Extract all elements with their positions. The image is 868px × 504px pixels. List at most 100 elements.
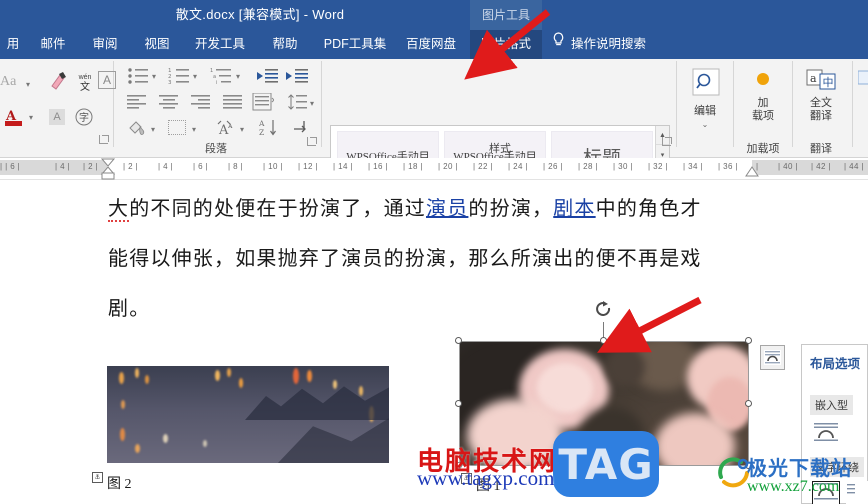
- chevron-down-icon[interactable]: ▾: [26, 80, 30, 89]
- ruler-tick: | 26 |: [543, 162, 563, 171]
- bullets-icon[interactable]: [127, 67, 149, 85]
- edit-button-label: 编辑: [694, 105, 716, 117]
- ribbon-tab-6[interactable]: PDF工具集: [316, 30, 394, 59]
- chevron-down-icon[interactable]: ▾: [29, 113, 33, 122]
- styles-dialog-launcher[interactable]: [662, 137, 671, 146]
- chevron-down-icon[interactable]: ▾: [236, 72, 240, 81]
- ribbon: Aa ▾ wén 文 A A ▾ A 字 ▾ 1 2 3 ▾ 1 a i ▾ ▾…: [0, 59, 868, 186]
- group-separator: [733, 61, 734, 147]
- ribbon-tab-0[interactable]: 用: [0, 30, 26, 59]
- svg-text:字: 字: [79, 111, 89, 124]
- spelling-error-text: 大: [108, 198, 130, 222]
- paragraph-group-label: 段落: [205, 143, 227, 155]
- document-hyperlink[interactable]: 剧本: [553, 198, 595, 220]
- text-highlight-color-icon[interactable]: A: [3, 107, 25, 129]
- ruler-tick: | 14 |: [333, 162, 353, 171]
- increase-indent-icon[interactable]: [285, 67, 309, 85]
- layout-section-inline: 嵌入型: [810, 395, 853, 415]
- document-line[interactable]: 剧。: [108, 292, 150, 321]
- ruler-tick: | 2 |: [123, 162, 139, 171]
- decrease-indent-icon[interactable]: [255, 67, 279, 85]
- align-right-icon[interactable]: [191, 94, 211, 110]
- chevron-down-icon[interactable]: ▾: [240, 125, 244, 134]
- asian-layout-icon[interactable]: A ᴀ: [215, 119, 237, 137]
- ribbon-tab-strip: 用邮件 审阅 视图 开发工具 帮助 PDF工具集 百度网盘 图片格式 操作说明搜索: [0, 30, 868, 59]
- ribbon-tab-1[interactable]: 邮件: [33, 30, 73, 59]
- chevron-down-icon[interactable]: ⌄: [682, 118, 728, 131]
- document-canvas[interactable]: 大的不同的处便在于扮演了，通过演员的扮演，剧本中的角色才 能得以伸张，如果抛弃了演…: [0, 180, 868, 504]
- resize-handle-3[interactable]: [455, 399, 462, 407]
- clear-formatting-icon[interactable]: [48, 71, 70, 91]
- borders-icon[interactable]: [168, 120, 186, 135]
- inline-with-text-option[interactable]: [812, 421, 840, 445]
- group-separator: [852, 61, 853, 147]
- image-figure-2[interactable]: [107, 366, 389, 463]
- group-separator: [676, 61, 677, 147]
- chevron-down-icon[interactable]: ▾: [192, 125, 196, 134]
- change-case-icon[interactable]: Aa: [0, 75, 16, 89]
- document-text: 的不同的处便在于扮演了，通过: [129, 198, 427, 220]
- show-formatting-marks-icon[interactable]: [291, 119, 309, 137]
- svg-text:ᴀ: ᴀ: [227, 121, 233, 130]
- chevron-down-icon[interactable]: ▾: [151, 125, 155, 134]
- shading-icon[interactable]: [127, 119, 147, 137]
- addin-dot-icon: [740, 69, 786, 95]
- numbering-icon[interactable]: 1 2 3: [168, 67, 190, 85]
- justify-icon[interactable]: [223, 94, 243, 110]
- translate-button[interactable]: a 中 全文 翻译: [798, 69, 844, 123]
- align-center-icon[interactable]: [159, 94, 179, 110]
- multilevel-list-icon[interactable]: 1 a i: [210, 67, 234, 85]
- document-text: 的扮演，: [468, 198, 554, 220]
- addins-group-label: 加载项: [746, 143, 780, 155]
- phonetic-guide-icon[interactable]: wén 文: [75, 71, 95, 93]
- svg-text:中: 中: [823, 76, 834, 89]
- distribute-icon[interactable]: [252, 93, 274, 111]
- ruler-tick: | 18 |: [403, 162, 423, 171]
- ribbon-tab-4[interactable]: 开发工具: [187, 30, 253, 59]
- document-hyperlink[interactable]: 演员: [426, 198, 468, 220]
- line-spacing-icon[interactable]: [287, 94, 307, 111]
- document-line[interactable]: 大的不同的处便在于扮演了，通过演员的扮演，剧本中的角色才: [108, 192, 702, 222]
- edit-button[interactable]: 编辑 ⌄: [682, 67, 728, 131]
- resize-handle-1[interactable]: [600, 337, 607, 344]
- ruler-tick: |: [756, 162, 759, 171]
- ruler-tick: | 10 |: [263, 162, 283, 171]
- character-border-icon[interactable]: A: [98, 71, 116, 89]
- chevron-down-icon[interactable]: ▾: [152, 72, 156, 81]
- ruler-tick: | 30 |: [613, 162, 633, 171]
- resize-handle-0[interactable]: [455, 337, 462, 344]
- ruler-tick: | 40 |: [778, 162, 798, 171]
- jiguang-url-watermark: www.xz7.com: [747, 478, 840, 495]
- ribbon-tab-2[interactable]: 审阅: [85, 30, 125, 59]
- ribbon-tab-3[interactable]: 视图: [137, 30, 177, 59]
- chevron-down-icon[interactable]: ▾: [193, 72, 197, 81]
- layout-options-button[interactable]: [760, 345, 785, 370]
- window-title: 散文.docx [兼容模式] - Word: [175, 7, 345, 22]
- ruler-tick: | 28 |: [578, 162, 598, 171]
- left-indent-markers[interactable]: [99, 158, 117, 180]
- align-left-icon[interactable]: [127, 94, 147, 110]
- group-separator: [792, 61, 793, 147]
- sort-icon[interactable]: A Z: [259, 118, 279, 137]
- ribbon-tab-7[interactable]: 百度网盘: [398, 30, 464, 59]
- chevron-down-icon[interactable]: ▾: [310, 99, 314, 108]
- addins-button[interactable]: 加 载项: [740, 69, 786, 123]
- addins-button-label-line2: 载项: [752, 110, 774, 122]
- rotate-icon[interactable]: [594, 300, 613, 319]
- lightbulb-icon: [552, 30, 565, 59]
- cut-off-group-icon[interactable]: [858, 69, 868, 91]
- enclose-character-icon[interactable]: 字: [74, 107, 94, 127]
- paragraph-dialog-launcher[interactable]: [307, 137, 316, 146]
- ribbon-tab-5[interactable]: 帮助: [265, 30, 305, 59]
- text-shading-icon[interactable]: A: [49, 109, 65, 125]
- document-line[interactable]: 能得以伸张，如果抛弃了演员的扮演，那么所演出的便不再是戏: [108, 242, 702, 271]
- horizontal-ruler[interactable]: | | 6 | | 4 | | 2 | | 2 | | 4 | | 6 | | 8 | | 1…: [0, 158, 868, 180]
- resize-handle-2[interactable]: [745, 337, 752, 344]
- group-separator: [321, 61, 322, 147]
- font-dialog-launcher[interactable]: [99, 135, 108, 144]
- translate-button-label-line1: 全文: [810, 97, 832, 109]
- resize-handle-4[interactable]: [745, 399, 752, 407]
- tell-me-search[interactable]: 操作说明搜索: [552, 30, 646, 59]
- ribbon-tab-8[interactable]: 图片格式: [470, 30, 542, 59]
- tight-wrap-option[interactable]: [846, 481, 868, 504]
